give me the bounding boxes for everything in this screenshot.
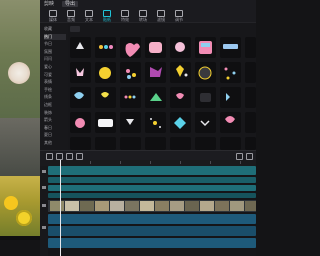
sticker-menu-item[interactable]: 其他 bbox=[44, 140, 66, 146]
sticker-tile[interactable] bbox=[95, 87, 116, 108]
video-preview[interactable] bbox=[0, 0, 40, 240]
sticker-tile[interactable] bbox=[120, 137, 141, 150]
redo-icon[interactable] bbox=[56, 153, 63, 160]
export-button[interactable]: 导出 bbox=[62, 1, 79, 7]
sticker-menu-item[interactable]: 可爱 bbox=[44, 72, 66, 78]
sticker-tile[interactable] bbox=[245, 112, 256, 133]
category-tabs: 媒体 音频 文本 贴纸 特效 转场 滤镜 调节 bbox=[40, 8, 256, 23]
tab-0[interactable]: 媒体 bbox=[46, 10, 60, 22]
audio-icon bbox=[67, 10, 75, 17]
sticker-tile[interactable] bbox=[145, 137, 166, 150]
effects-icon bbox=[121, 10, 129, 17]
sticker-tile[interactable] bbox=[70, 137, 91, 150]
tab-label: 音频 bbox=[67, 17, 75, 22]
sticker-tile[interactable] bbox=[220, 87, 241, 108]
delete-icon[interactable] bbox=[76, 153, 83, 160]
sticker-tile[interactable] bbox=[245, 87, 256, 108]
sticker-menu-item[interactable]: 表情 bbox=[44, 79, 66, 85]
transition-icon bbox=[139, 10, 147, 17]
grid-header-chip[interactable] bbox=[70, 26, 80, 32]
tab-1[interactable]: 音频 bbox=[64, 10, 78, 22]
adjust-icon bbox=[175, 10, 183, 17]
preview-image-top bbox=[0, 0, 40, 120]
top-bar: 剪映 导出 bbox=[40, 0, 256, 8]
filter-icon bbox=[157, 10, 165, 17]
track-lock-icon[interactable] bbox=[42, 170, 46, 173]
tab-label: 调节 bbox=[175, 17, 183, 22]
sticker-menu-item[interactable]: 爱心 bbox=[44, 64, 66, 70]
sticker-menu-item[interactable]: 箭头 bbox=[44, 117, 66, 123]
sticker-menu-item[interactable]: 氛围 bbox=[44, 49, 66, 55]
zoom-icon[interactable] bbox=[236, 153, 243, 160]
playhead[interactable] bbox=[60, 160, 61, 256]
tab-4[interactable]: 特效 bbox=[118, 10, 132, 22]
sticker-menu-item[interactable]: 收藏 bbox=[44, 26, 66, 32]
sticker-menu-item[interactable]: 闪闪 bbox=[44, 56, 66, 62]
sticker-menu-item[interactable]: 节日 bbox=[44, 41, 66, 47]
tab-5[interactable]: 转场 bbox=[136, 10, 150, 22]
audio-track-clip-3[interactable] bbox=[48, 238, 256, 248]
tab-7[interactable]: 调节 bbox=[172, 10, 186, 22]
text-track-clip[interactable] bbox=[48, 185, 256, 191]
tab-label: 滤镜 bbox=[157, 17, 165, 22]
tab-label: 贴纸 bbox=[103, 17, 111, 22]
sticker-tile[interactable] bbox=[170, 137, 191, 150]
sticker-tile[interactable] bbox=[245, 37, 256, 58]
preview-controls bbox=[0, 236, 40, 240]
sticker-tile[interactable] bbox=[245, 137, 256, 150]
tab-3[interactable]: 贴纸 bbox=[100, 10, 114, 22]
sticker-tile[interactable] bbox=[195, 137, 216, 150]
sticker-tile[interactable] bbox=[220, 137, 241, 150]
filter-track-clip[interactable] bbox=[48, 193, 256, 198]
sticker-menu-item[interactable]: 夏日 bbox=[44, 132, 66, 138]
effect-track-clip[interactable] bbox=[48, 177, 256, 183]
track-lock-icon[interactable] bbox=[42, 226, 46, 229]
text-icon bbox=[85, 10, 93, 17]
sticker-grid-svg bbox=[68, 23, 256, 150]
tab-label: 转场 bbox=[139, 17, 147, 22]
tab-2[interactable]: 文本 bbox=[82, 10, 96, 22]
fit-icon[interactable] bbox=[246, 153, 253, 160]
sticker-tile[interactable] bbox=[95, 137, 116, 150]
timeline-tracks bbox=[40, 166, 256, 256]
app-title: 剪映 bbox=[44, 1, 55, 7]
preview-yellow-flower-2 bbox=[16, 210, 32, 226]
tab-6[interactable]: 滤镜 bbox=[154, 10, 168, 22]
sticker-tile[interactable] bbox=[120, 62, 141, 83]
sticker-track-clip[interactable] bbox=[48, 166, 256, 175]
preview-flower bbox=[8, 62, 30, 84]
track-lock-icon[interactable] bbox=[42, 204, 46, 207]
sticker-menu-item[interactable]: 装饰 bbox=[44, 110, 66, 116]
sticker-menu-item[interactable]: 边框 bbox=[44, 102, 66, 108]
media-icon bbox=[49, 10, 57, 17]
audio-track-clip-2[interactable] bbox=[48, 226, 256, 236]
preview-yellow-flower bbox=[4, 196, 18, 210]
sticker-icon bbox=[103, 10, 111, 17]
sticker-menu-item[interactable]: 线条 bbox=[44, 94, 66, 100]
audio-track-clip[interactable] bbox=[48, 214, 256, 224]
sticker-tile[interactable] bbox=[245, 62, 256, 83]
track-lock-icon[interactable] bbox=[42, 186, 46, 189]
sticker-tile[interactable] bbox=[220, 62, 241, 83]
split-icon[interactable] bbox=[66, 153, 73, 160]
preview-image-mid bbox=[0, 118, 40, 178]
sticker-menu-item[interactable]: 手绘 bbox=[44, 87, 66, 93]
tab-label: 文本 bbox=[85, 17, 93, 22]
tab-label: 媒体 bbox=[49, 17, 57, 22]
tab-label: 特效 bbox=[121, 17, 129, 22]
sticker-sun bbox=[99, 67, 111, 79]
sticker-menu-item[interactable]: 春日 bbox=[44, 125, 66, 131]
sticker-menu-item[interactable]: 热门 bbox=[44, 33, 66, 40]
sticker-tile[interactable] bbox=[195, 112, 216, 133]
undo-icon[interactable] bbox=[46, 153, 53, 160]
sticker-grid bbox=[68, 23, 256, 150]
sticker-category-menu: 收藏 热门 节日氛围 闪闪爱心可爱 表情手绘 线条边框装饰 箭头春日 夏日其他 bbox=[40, 23, 68, 150]
